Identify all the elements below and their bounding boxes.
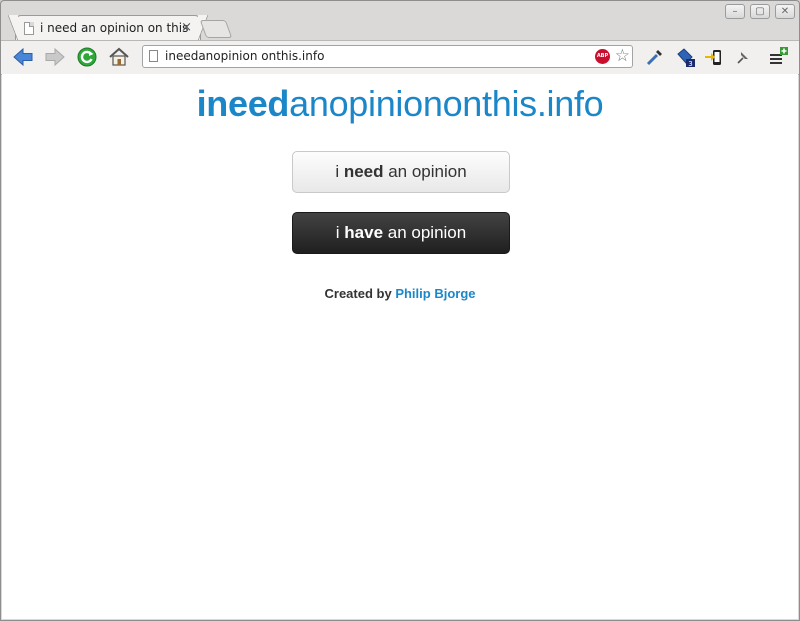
menu-icon[interactable] [767, 46, 789, 68]
page-icon [24, 22, 34, 35]
back-arrow-icon[interactable] [12, 46, 34, 68]
extension-badge: 3 [688, 60, 692, 68]
pin-icon[interactable] [732, 46, 754, 68]
reload-icon[interactable] [76, 46, 98, 68]
new-tab-button[interactable] [199, 20, 233, 38]
need-button-suffix: an opinion [383, 162, 467, 181]
forward-arrow-icon[interactable] [44, 46, 66, 68]
maximize-button[interactable]: ▢ [750, 4, 770, 19]
send-to-phone-icon[interactable] [703, 46, 725, 68]
have-button-bold: have [344, 223, 384, 242]
browser-toolbar: ineedanopinion onthis.info ABP ☆ 3 [1, 40, 799, 75]
close-window-button[interactable]: ✕ [775, 4, 795, 19]
credit-label: Created by [324, 286, 396, 301]
address-url[interactable]: ineedanopinion onthis.info [165, 49, 324, 63]
tab-close-icon[interactable]: × [181, 20, 192, 35]
have-opinion-button[interactable]: i have an opinion [292, 212, 510, 254]
author-link[interactable]: Philip Bjorge [395, 286, 475, 301]
need-opinion-button[interactable]: i need an opinion [292, 151, 510, 193]
page-icon [149, 50, 158, 62]
need-button-bold: need [343, 162, 384, 181]
minimize-button[interactable]: – [725, 4, 745, 19]
adblock-icon[interactable]: ABP [595, 49, 610, 64]
site-title-bold: ineed [196, 83, 290, 124]
tab-title: i need an opinion on this [40, 21, 189, 35]
have-button-suffix: an opinion [383, 223, 467, 242]
site-title: ineedanopiniononthis.info [2, 83, 798, 125]
browser-window: i need an opinion on this × – ▢ ✕ ineeda… [0, 0, 800, 621]
tab-strip: i need an opinion on this × – ▢ ✕ [1, 1, 799, 41]
eyedropper-icon[interactable] [644, 46, 666, 68]
extension-tag-icon[interactable]: 3 [675, 46, 697, 68]
need-button-prefix: i [335, 162, 344, 181]
bookmark-star-icon[interactable]: ☆ [615, 46, 630, 66]
have-button-prefix: i [335, 223, 345, 242]
site-title-rest: anopiniononthis.info [289, 83, 604, 124]
credit-line: Created by Philip Bjorge [2, 286, 798, 301]
tab-active[interactable]: i need an opinion on this × [8, 15, 208, 41]
address-bar[interactable]: ineedanopinion onthis.info ABP ☆ [142, 45, 633, 68]
page-content: ineedanopiniononthis.info i need an opin… [2, 74, 798, 619]
home-icon[interactable] [108, 46, 130, 68]
